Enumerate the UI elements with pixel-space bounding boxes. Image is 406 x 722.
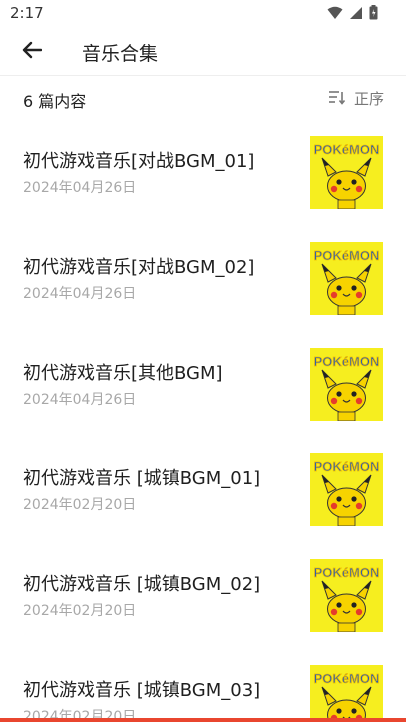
track-title: 初代游戏音乐 [城镇BGM_01] — [23, 468, 261, 490]
track-title: 初代游戏音乐 [城镇BGM_02] — [23, 574, 261, 596]
pikachu-icon: POKéMON — [310, 347, 383, 421]
track-date: 2024年04月26日 — [23, 285, 137, 302]
sort-icon — [328, 89, 346, 109]
list-item[interactable]: 初代游戏音乐[其他BGM] 2024年04月26日 POKéMON — [0, 330, 406, 436]
track-date: 2024年04月26日 — [23, 180, 137, 196]
page-title: 音乐合集 — [82, 43, 159, 65]
track-date: 2024年02月20日 — [23, 603, 137, 620]
list-item[interactable]: 初代游戏音乐 [城镇BGM_02] 2024年02月20日 POKéMON — [0, 541, 406, 647]
pikachu-icon: POKéMON — [310, 453, 383, 527]
sort-label: 正序 — [353, 90, 384, 108]
thumbnail-image: POKéMON — [310, 453, 383, 527]
back-button[interactable] — [18, 38, 46, 66]
track-title: 初代游戏音乐[其他BGM] — [23, 362, 223, 384]
signal-icon — [349, 5, 363, 24]
status-icons — [327, 5, 378, 24]
pikachu-icon: POKéMON — [310, 241, 383, 315]
list-item[interactable]: 初代游戏音乐 [城镇BGM_03] 2024年02月20日 POKéMON — [0, 647, 406, 722]
content-count: 6 篇内容 — [23, 92, 87, 111]
thumbnail-image: POKéMON — [310, 136, 383, 209]
thumbnail-image: POKéMON — [310, 559, 383, 633]
pikachu-icon: POKéMON — [310, 664, 383, 722]
thumb-logo-text: POKéMON — [314, 671, 380, 686]
track-title: 初代游戏音乐[对战BGM_01] — [23, 151, 255, 172]
thumb-logo-text: POKéMON — [314, 354, 380, 369]
bottom-accent-line — [0, 718, 406, 722]
list-item[interactable]: 初代游戏音乐[对战BGM_01] 2024年04月26日 POKéMON — [0, 118, 406, 224]
list-item[interactable]: 初代游戏音乐[对战BGM_02] 2024年04月26日 POKéMON — [0, 224, 406, 330]
thumbnail-image: POKéMON — [310, 664, 383, 722]
app-bar: 音乐合集 — [0, 28, 406, 76]
thumb-logo-text: POKéMON — [314, 459, 380, 474]
battery-icon — [369, 5, 378, 24]
thumb-logo-text: POKéMON — [314, 248, 380, 263]
pikachu-icon: POKéMON — [310, 136, 383, 209]
track-date: 2024年02月20日 — [23, 497, 137, 514]
pikachu-icon: POKéMON — [310, 559, 383, 633]
track-title: 初代游戏音乐 [城镇BGM_03] — [23, 679, 261, 701]
arrow-left-icon — [22, 41, 43, 63]
wifi-icon — [327, 5, 343, 24]
track-title: 初代游戏音乐[对战BGM_02] — [23, 256, 255, 278]
status-time: 2:17 — [10, 4, 44, 22]
track-list: 初代游戏音乐[对战BGM_01] 2024年04月26日 POKéMON 初代游… — [0, 118, 406, 722]
thumb-logo-text: POKéMON — [314, 565, 380, 580]
thumbnail-image: POKéMON — [310, 241, 383, 315]
list-item[interactable]: 初代游戏音乐 [城镇BGM_01] 2024年02月20日 POKéMON — [0, 435, 406, 541]
thumbnail-image: POKéMON — [310, 347, 383, 421]
track-date: 2024年04月26日 — [23, 391, 137, 408]
thumb-logo-text: POKéMON — [314, 142, 380, 157]
status-bar: 2:17 — [0, 0, 406, 28]
sort-button[interactable]: 正序 — [328, 88, 384, 109]
list-header: 6 篇内容 正序 — [0, 82, 406, 118]
